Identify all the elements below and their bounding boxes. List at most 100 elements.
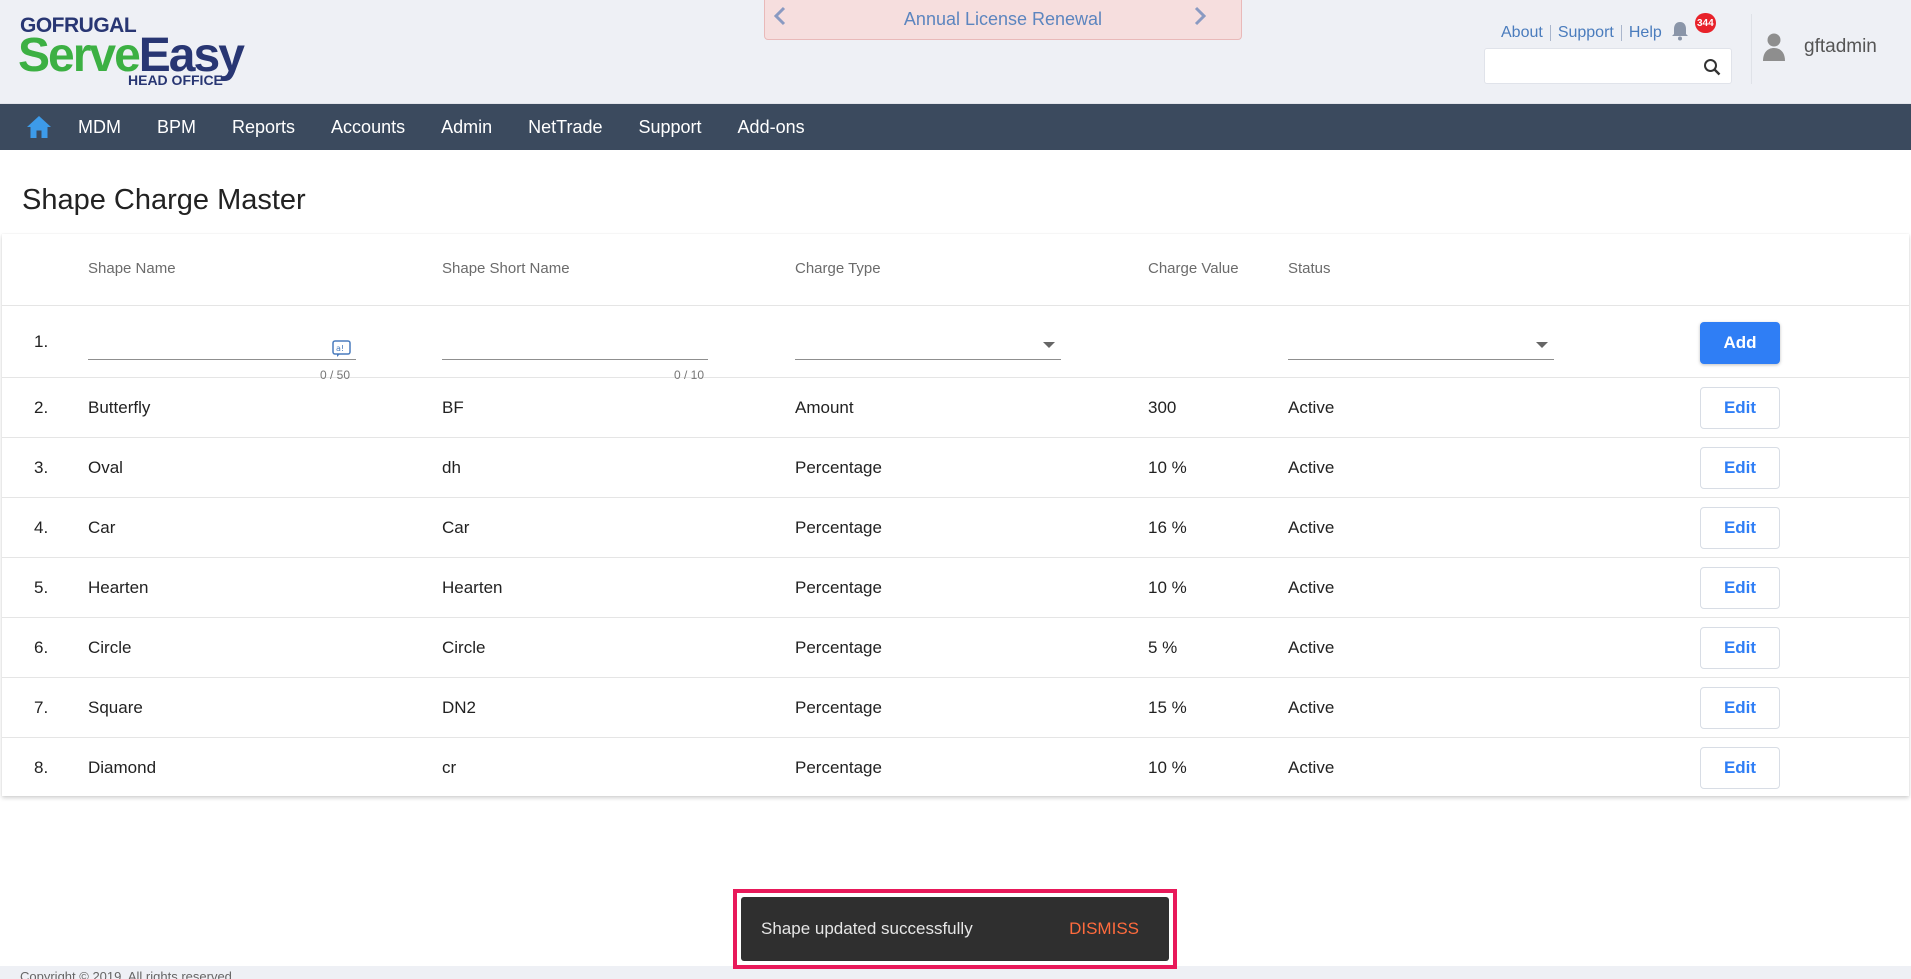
shape-name: Car	[88, 518, 116, 537]
edit-button[interactable]: Edit	[1700, 387, 1780, 429]
charge-value: 15 %	[1148, 698, 1187, 717]
edit-button[interactable]: Edit	[1700, 567, 1780, 609]
user-avatar-icon[interactable]	[1762, 32, 1788, 62]
short-name-field[interactable]	[442, 332, 708, 360]
shape-name-input[interactable]	[88, 332, 356, 358]
license-renewal-text[interactable]: Annual License Renewal	[904, 9, 1102, 30]
col-header-charge-type: Charge Type	[795, 260, 881, 277]
charge-value: 16 %	[1148, 518, 1187, 537]
table-row: 3. Oval dh Percentage 10 % Active Edit	[2, 438, 1909, 498]
nav-item-nettrade[interactable]: NetTrade	[510, 117, 620, 138]
user-menu[interactable]: gftadmin	[1762, 32, 1877, 62]
charge-value: 10 %	[1148, 458, 1187, 477]
shape-short-name: Car	[442, 518, 470, 537]
shape-name: Butterfly	[88, 398, 151, 417]
support-link[interactable]: Support	[1551, 25, 1622, 41]
app-header: GOFRUGAL ServeEasy HEAD OFFICE Annual Li…	[0, 0, 1911, 104]
status: Active	[1288, 698, 1335, 717]
snackbar-toast: Shape updated successfully DISMISS	[741, 897, 1169, 961]
charge-value: 10 %	[1148, 758, 1187, 777]
row-number: 5.	[34, 578, 49, 597]
shape-short-name: Circle	[442, 638, 486, 657]
col-header-shape-name: Shape Name	[88, 260, 176, 277]
chevron-right-icon[interactable]	[1193, 6, 1207, 32]
status: Active	[1288, 578, 1335, 597]
charge-type: Amount	[795, 398, 854, 417]
nav-item-support[interactable]: Support	[621, 117, 720, 138]
charge-type: Percentage	[795, 578, 882, 597]
table-row: 5. Hearten Hearten Percentage 10 % Activ…	[2, 558, 1909, 618]
status: Active	[1288, 518, 1335, 537]
row-number: 1.	[34, 332, 49, 351]
new-entry-row: 1. a! 0 / 50 0 / 10 Add	[2, 306, 1909, 382]
charge-type: Percentage	[795, 518, 882, 537]
nav-item-mdm[interactable]: MDM	[60, 117, 139, 138]
nav-item-bpm[interactable]: BPM	[139, 117, 214, 138]
caret-down-icon[interactable]	[1536, 342, 1548, 348]
status: Active	[1288, 398, 1335, 417]
row-number: 2.	[34, 398, 49, 417]
shape-short-name: Hearten	[442, 578, 503, 597]
shape-short-name: dh	[442, 458, 461, 477]
license-renewal-banner[interactable]: Annual License Renewal	[764, 0, 1242, 40]
nav-item-admin[interactable]: Admin	[423, 117, 510, 138]
charge-type-select[interactable]	[795, 332, 1061, 360]
logo-serve: Serve	[18, 29, 141, 82]
edit-button[interactable]: Edit	[1700, 447, 1780, 489]
add-button[interactable]: Add	[1700, 322, 1780, 364]
charge-type: Percentage	[795, 698, 882, 717]
short-name-input[interactable]	[442, 332, 708, 358]
shape-name: Diamond	[88, 758, 157, 777]
row-number: 4.	[34, 518, 49, 537]
row-number: 3.	[34, 458, 49, 477]
toast-message: Shape updated successfully	[761, 919, 973, 938]
edit-button[interactable]: Edit	[1700, 627, 1780, 669]
table-header-row: Shape Name Shape Short Name Charge Type …	[2, 234, 1909, 306]
row-number: 8.	[34, 758, 49, 777]
table-row: 4. Car Car Percentage 16 % Active Edit	[2, 498, 1909, 558]
shape-charge-table: Shape Name Shape Short Name Charge Type …	[2, 234, 1909, 796]
top-links: About Support Help	[1494, 22, 1669, 44]
svg-text:a!: a!	[336, 344, 344, 353]
search-input[interactable]	[1493, 54, 1693, 78]
edit-button[interactable]: Edit	[1700, 687, 1780, 729]
notification-count-badge[interactable]: 344	[1695, 13, 1716, 33]
status-select[interactable]	[1288, 332, 1554, 360]
nav-item-addons[interactable]: Add-ons	[720, 117, 823, 138]
search-icon[interactable]	[1703, 58, 1721, 76]
shape-short-name: cr	[442, 758, 457, 777]
shape-name: Hearten	[88, 578, 149, 597]
nav-item-reports[interactable]: Reports	[214, 117, 313, 138]
shape-name-field[interactable]	[88, 332, 356, 360]
logo-brand-sub: HEAD OFFICE	[128, 72, 223, 88]
about-link[interactable]: About	[1494, 25, 1551, 41]
keyboard-input-icon[interactable]: a!	[332, 340, 352, 358]
help-link[interactable]: Help	[1622, 25, 1669, 41]
col-header-charge-value: Charge Value	[1148, 260, 1239, 277]
dismiss-button[interactable]: DISMISS	[1069, 919, 1139, 939]
charge-type: Percentage	[795, 638, 882, 657]
charge-value: 10 %	[1148, 578, 1187, 597]
charge-type: Percentage	[795, 758, 882, 777]
table-row: 7. Square DN2 Percentage 15 % Active Edi…	[2, 678, 1909, 738]
shape-name: Circle	[88, 638, 132, 657]
chevron-left-icon[interactable]	[773, 6, 787, 32]
caret-down-icon[interactable]	[1043, 342, 1055, 348]
user-name[interactable]: gftadmin	[1804, 36, 1877, 58]
table-row: 8. Diamond cr Percentage 10 % Active Edi…	[2, 738, 1909, 796]
page-title: Shape Charge Master	[22, 184, 306, 216]
home-icon[interactable]	[26, 115, 52, 139]
gofrugal-serveeasy-logo[interactable]: GOFRUGAL ServeEasy HEAD OFFICE	[18, 14, 258, 92]
charge-value: 5 %	[1148, 638, 1178, 657]
charge-type: Percentage	[795, 458, 882, 477]
edit-button[interactable]: Edit	[1700, 747, 1780, 789]
edit-button[interactable]: Edit	[1700, 507, 1780, 549]
global-search[interactable]	[1484, 48, 1732, 84]
bell-icon[interactable]	[1671, 21, 1691, 43]
col-header-short-name: Shape Short Name	[442, 260, 570, 277]
shape-name: Oval	[88, 458, 123, 477]
status: Active	[1288, 638, 1335, 657]
nav-item-accounts[interactable]: Accounts	[313, 117, 423, 138]
shape-short-name: DN2	[442, 698, 477, 717]
status: Active	[1288, 458, 1335, 477]
